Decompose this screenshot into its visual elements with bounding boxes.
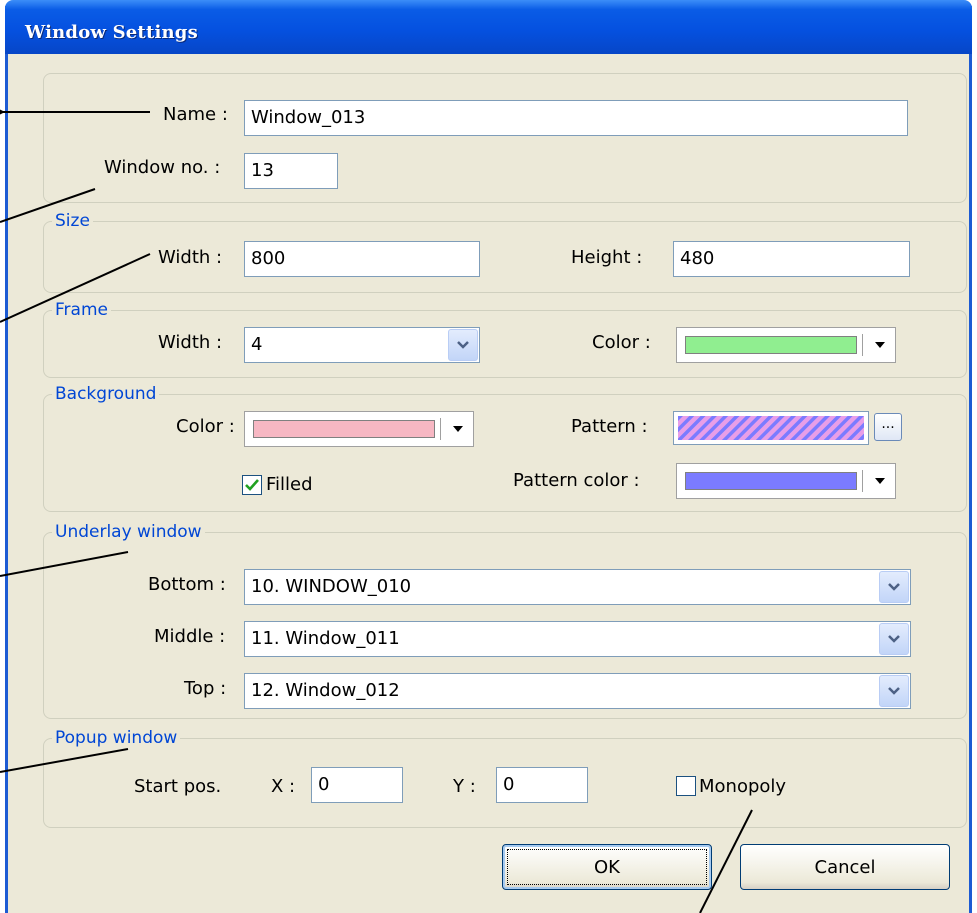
pattern-color-picker[interactable] (676, 463, 896, 499)
window-no-label: Window no. : (104, 157, 221, 178)
bottom-window-select[interactable]: 10. WINDOW_010 (244, 569, 911, 605)
frame-color-label: Color : (592, 332, 651, 353)
frame-color-swatch (685, 336, 857, 354)
size-legend: Size (52, 210, 93, 232)
frame-legend: Frame (52, 299, 111, 321)
picker-divider (440, 418, 441, 440)
middle-window-select[interactable]: 11. Window_011 (244, 621, 911, 657)
frame-group: Frame Width : 4 Color : (43, 299, 967, 378)
pattern-browse-button[interactable]: ... (874, 413, 902, 441)
pattern-color-swatch (685, 472, 857, 490)
window-settings-dialog: Window Settings Name : Window_013 Window… (5, 0, 972, 913)
bottom-label: Bottom : (148, 574, 226, 595)
middle-label: Middle : (154, 626, 226, 647)
start-pos-label: Start pos. (134, 776, 222, 797)
frame-width-label: Width : (158, 332, 223, 353)
dropdown-arrow-icon (453, 426, 463, 432)
start-x-input[interactable]: 0 (311, 767, 403, 803)
start-y-input[interactable]: 0 (496, 767, 588, 803)
title-bar[interactable]: Window Settings (5, 0, 972, 54)
bottom-window-value: 10. WINDOW_010 (251, 576, 412, 597)
cancel-button[interactable]: Cancel (740, 844, 950, 890)
size-group: Size Width : 800 Height : 480 (43, 210, 967, 293)
background-color-swatch (253, 420, 435, 438)
filled-label: Filled (266, 474, 313, 495)
underlay-legend: Underlay window (52, 521, 205, 543)
background-group: Background Color : Pattern : ... Filled … (43, 383, 967, 512)
size-width-input[interactable]: 800 (244, 241, 480, 277)
picker-divider (862, 334, 863, 356)
background-color-label: Color : (176, 416, 235, 437)
frame-color-picker[interactable] (676, 327, 896, 363)
y-label: Y : (453, 776, 476, 797)
chevron-down-icon[interactable] (448, 329, 478, 361)
frame-width-value: 4 (251, 334, 263, 355)
picker-divider (862, 470, 863, 492)
popup-window-group: Popup window Start pos. X : 0 Y : 0 Mono… (43, 727, 967, 828)
chevron-down-icon[interactable] (879, 571, 909, 603)
chevron-down-icon[interactable] (879, 675, 909, 707)
monopoly-label: Monopoly (699, 776, 787, 797)
ok-button[interactable]: OK (502, 844, 712, 890)
size-height-label: Height : (571, 247, 643, 268)
background-color-picker[interactable] (244, 411, 474, 447)
underlay-window-group: Underlay window Bottom : 10. WINDOW_010 … (43, 521, 967, 719)
pattern-preview[interactable] (673, 411, 869, 445)
cancel-label: Cancel (814, 856, 876, 878)
x-label: X : (271, 776, 296, 797)
dropdown-arrow-icon (875, 478, 885, 484)
dropdown-arrow-icon (875, 342, 885, 348)
top-window-value: 12. Window_012 (251, 680, 400, 701)
window-no-input[interactable]: 13 (244, 153, 338, 189)
focus-rect (507, 849, 707, 885)
top-label: Top : (184, 678, 227, 699)
background-legend: Background (52, 383, 160, 405)
filled-checkbox[interactable] (242, 475, 262, 495)
pattern-swatch (678, 416, 864, 440)
name-label: Name : (163, 104, 228, 125)
popup-legend: Popup window (52, 727, 181, 749)
general-group: Name : Window_013 Window no. : 13 (43, 73, 967, 203)
dialog-title: Window Settings (25, 22, 198, 43)
top-window-select[interactable]: 12. Window_012 (244, 673, 911, 709)
middle-window-value: 11. Window_011 (251, 628, 400, 649)
name-input[interactable]: Window_013 (244, 100, 908, 136)
chevron-down-icon[interactable] (879, 623, 909, 655)
size-height-input[interactable]: 480 (673, 241, 910, 277)
frame-width-select[interactable]: 4 (244, 327, 480, 363)
monopoly-checkbox[interactable] (676, 776, 696, 796)
pattern-color-label: Pattern color : (513, 470, 640, 491)
size-width-label: Width : (158, 247, 223, 268)
pattern-label: Pattern : (571, 416, 648, 437)
checkmark-icon (245, 479, 259, 491)
